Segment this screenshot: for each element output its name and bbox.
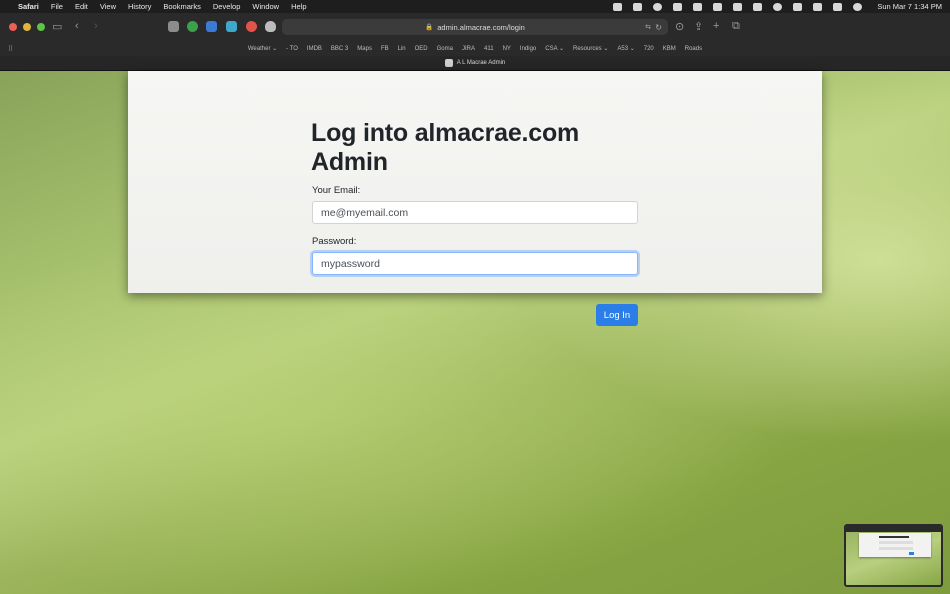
translate-icon[interactable]: ⇆ <box>645 23 651 31</box>
menu-history[interactable]: History <box>128 2 151 11</box>
favorite-item[interactable]: - TO <box>286 46 298 52</box>
rss-icon[interactable] <box>693 2 703 11</box>
login-form: Log into almacrae.com Admin Your Email: … <box>311 119 638 326</box>
thumbnail-field <box>879 541 913 544</box>
menu-file[interactable]: File <box>51 2 63 11</box>
thumbnail-field <box>879 547 913 550</box>
zoom-window-button[interactable] <box>37 23 45 31</box>
favorite-item[interactable]: Indigo <box>520 46 536 52</box>
play-icon[interactable] <box>793 2 803 11</box>
favorite-item[interactable]: JIRA <box>462 46 475 52</box>
block-icon[interactable] <box>246 21 257 32</box>
download-icon[interactable]: ⊙ <box>675 20 684 33</box>
email-label: Your Email: <box>312 185 361 196</box>
extension-icon[interactable] <box>633 2 643 11</box>
favorite-item[interactable]: IMDB <box>307 46 322 52</box>
browser-toolbar: ▭ ‹ › 🔒 admin.almacrae.com/login ⇆ ↻ ⊙ ⇪… <box>0 13 950 41</box>
favorite-item[interactable]: Goma <box>437 46 453 52</box>
siri-icon[interactable] <box>853 2 863 11</box>
thumbnail-title <box>879 536 909 538</box>
window-controls <box>9 23 45 31</box>
thumbnail-button <box>909 552 914 555</box>
macos-menu-bar: Safari File Edit View History Bookmarks … <box>0 0 950 13</box>
menu-window[interactable]: Window <box>252 2 279 11</box>
at-sign-icon[interactable] <box>653 2 663 11</box>
favorite-item[interactable]: A53 ⌄ <box>617 45 634 52</box>
favorites-bar: ⠿ Weather ⌄ - TO IMDB BBC 3 Maps FB Lin … <box>0 41 950 56</box>
password-label: Password: <box>312 236 357 247</box>
shield-icon[interactable] <box>265 21 276 32</box>
sidebar-icon[interactable]: ▭ <box>52 20 62 33</box>
menu-bookmarks[interactable]: Bookmarks <box>163 2 201 11</box>
lock-icon: 🔒 <box>425 24 434 31</box>
control-center-icon[interactable] <box>833 2 843 11</box>
new-tab-icon[interactable]: + <box>713 20 719 32</box>
address-url: admin.almacrae.com/login <box>437 22 525 32</box>
favorite-item[interactable]: Lin <box>398 46 406 52</box>
favorite-item[interactable]: OED <box>415 46 428 52</box>
menu-app-safari[interactable]: Safari <box>18 2 39 11</box>
screenshot-thumbnail[interactable] <box>844 524 943 587</box>
favorite-item[interactable]: 411 <box>484 46 494 52</box>
email-field[interactable] <box>312 201 638 224</box>
favorite-item[interactable]: Weather ⌄ <box>248 45 277 52</box>
calendar-seven-icon[interactable] <box>673 2 683 11</box>
favorites-grid-icon[interactable]: ⠿ <box>8 45 13 53</box>
script-icon[interactable] <box>206 21 217 32</box>
grid-extension-icon[interactable] <box>226 21 237 32</box>
status-tray: Sun Mar 7 1:34 PM <box>613 2 942 11</box>
page-title: Log into almacrae.com Admin <box>311 119 580 176</box>
camera-icon[interactable] <box>713 2 723 11</box>
menu-help[interactable]: Help <box>291 2 306 11</box>
back-icon[interactable]: ‹ <box>75 20 79 32</box>
login-button[interactable]: Log In <box>596 304 638 326</box>
evernote-icon[interactable] <box>187 21 198 32</box>
favorite-item[interactable]: KBM <box>663 46 676 52</box>
bar-chart-icon[interactable] <box>753 2 763 11</box>
menu-clock[interactable]: Sun Mar 7 1:34 PM <box>877 2 942 11</box>
tab-bar: A L Macrae Admin <box>0 56 950 71</box>
reload-icon[interactable]: ↻ <box>655 23 662 32</box>
favorite-item[interactable]: Maps <box>357 46 372 52</box>
favorite-item[interactable]: NY <box>503 46 511 52</box>
tab-overview-icon[interactable]: ⧉ <box>732 20 740 33</box>
menu-view[interactable]: View <box>100 2 116 11</box>
share-icon[interactable]: ⇪ <box>694 20 703 33</box>
login-page: Log into almacrae.com Admin Your Email: … <box>128 71 822 326</box>
forward-icon[interactable]: › <box>94 20 98 32</box>
favorite-item[interactable]: Resources ⌄ <box>573 45 608 52</box>
favorite-item[interactable]: FB <box>381 46 389 52</box>
globe-icon[interactable] <box>773 2 783 11</box>
favorite-item[interactable]: CSA ⌄ <box>545 45 564 52</box>
print-icon[interactable] <box>168 21 179 32</box>
more-icon[interactable] <box>813 2 823 11</box>
favorite-item[interactable]: 720 <box>644 46 654 52</box>
tab-title[interactable]: A L Macrae Admin <box>457 60 505 66</box>
location-icon[interactable] <box>613 2 623 11</box>
menu-develop[interactable]: Develop <box>213 2 241 11</box>
favorite-item[interactable]: BBC 3 <box>331 46 348 52</box>
address-bar[interactable]: 🔒 admin.almacrae.com/login ⇆ ↻ <box>282 19 668 35</box>
minimize-window-button[interactable] <box>23 23 31 31</box>
menu-edit[interactable]: Edit <box>75 2 88 11</box>
thumbnail-page <box>859 533 931 557</box>
close-window-button[interactable] <box>9 23 17 31</box>
favorite-item[interactable]: Roads <box>685 46 702 52</box>
thumbnail-toolbar <box>846 526 941 532</box>
p-app-icon[interactable] <box>733 2 743 11</box>
password-field[interactable] <box>312 252 638 275</box>
site-favicon-icon <box>444 59 453 67</box>
